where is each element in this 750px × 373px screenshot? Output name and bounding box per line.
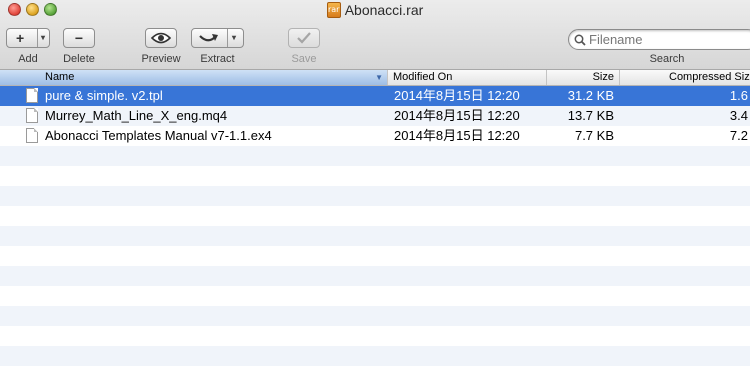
column-header-size[interactable]: Size	[547, 70, 620, 85]
file-name: Abonacci Templates Manual v7-1.1.ex4	[45, 128, 272, 143]
column-header-modified[interactable]: Modified On	[388, 70, 547, 85]
save-label: Save	[291, 53, 317, 65]
toolbar: rar Abonacci.rar + ▾ Add − Delete Previe…	[0, 0, 750, 70]
empty-row	[0, 266, 750, 286]
file-name: pure & simple. v2.tpl	[45, 88, 163, 103]
plus-icon: +	[16, 30, 25, 46]
file-size: 7.7 KB	[574, 128, 614, 143]
chevron-down-icon[interactable]: ▾	[232, 33, 236, 42]
empty-row	[0, 346, 750, 366]
file-name: Murrey_Math_Line_X_eng.mq4	[45, 108, 228, 123]
search-field[interactable]	[568, 29, 750, 50]
window-title: Abonacci.rar	[344, 2, 424, 18]
file-modified: 2014年8月15日 12:20	[394, 88, 520, 103]
column-headers: Name ▼ Modified On Size Compressed Size	[0, 70, 750, 86]
empty-row	[0, 206, 750, 226]
minus-icon: −	[74, 30, 84, 46]
checkmark-icon	[297, 32, 311, 44]
search-label: Search	[649, 53, 685, 65]
extract-arrow-icon	[199, 34, 218, 42]
file-compressed-size: 1.6	[729, 88, 748, 103]
file-modified: 2014年8月15日 12:20	[394, 108, 520, 123]
extract-label: Extract	[200, 53, 235, 65]
empty-row	[0, 146, 750, 166]
table-row[interactable]: Murrey_Math_Line_X_eng.mq4 2014年8月15日 12…	[0, 106, 750, 126]
file-size: 13.7 KB	[567, 108, 614, 123]
save-button[interactable]	[288, 28, 320, 48]
document-icon	[26, 128, 38, 143]
table-row[interactable]: Abonacci Templates Manual v7-1.1.ex4 201…	[0, 126, 750, 146]
add-label: Add	[18, 53, 38, 65]
preview-label: Preview	[141, 53, 181, 65]
empty-row	[0, 166, 750, 186]
empty-row	[0, 226, 750, 246]
empty-row	[0, 186, 750, 206]
file-compressed-size: 7.2	[729, 128, 748, 143]
chevron-down-icon[interactable]: ▾	[41, 33, 45, 42]
empty-row	[0, 306, 750, 326]
preview-button[interactable]	[145, 28, 177, 48]
add-button[interactable]: + ▾	[6, 28, 50, 48]
eye-icon	[151, 32, 171, 44]
empty-row	[0, 286, 750, 306]
empty-row	[0, 366, 750, 373]
search-input[interactable]	[589, 32, 749, 47]
column-header-name[interactable]: Name ▼	[0, 70, 388, 85]
empty-row	[0, 246, 750, 266]
file-list: pure & simple. v2.tpl 2014年8月15日 12:20 3…	[0, 86, 750, 373]
table-row[interactable]: pure & simple. v2.tpl 2014年8月15日 12:20 3…	[0, 86, 750, 106]
file-size: 31.2 KB	[567, 88, 614, 103]
document-icon	[26, 108, 38, 123]
file-compressed-size: 3.4	[729, 108, 748, 123]
sort-descending-icon: ▼	[375, 73, 383, 82]
window-title-bar: rar Abonacci.rar	[0, 1, 750, 21]
empty-row	[0, 326, 750, 346]
delete-label: Delete	[63, 53, 95, 65]
column-header-compressed[interactable]: Compressed Size	[620, 70, 750, 85]
delete-button[interactable]: −	[63, 28, 95, 48]
rar-archive-icon: rar	[326, 2, 341, 18]
file-modified: 2014年8月15日 12:20	[394, 128, 520, 143]
search-icon	[574, 34, 586, 46]
document-icon	[26, 88, 38, 103]
extract-button[interactable]: ▾	[191, 28, 244, 48]
